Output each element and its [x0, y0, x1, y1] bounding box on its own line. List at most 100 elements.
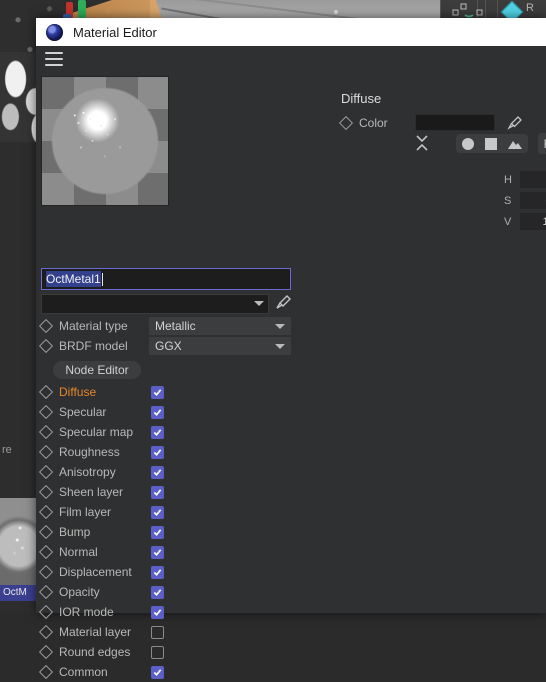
material-type-dropdown[interactable]: Metallic [149, 317, 291, 335]
link-diamond-icon[interactable] [338, 115, 354, 130]
brdf-model-row[interactable]: BRDF model GGX [38, 336, 291, 356]
channel-row[interactable]: Film layer [38, 502, 211, 522]
channel-label: IOR mode [59, 605, 114, 619]
menubar[interactable] [36, 46, 546, 72]
material-editor-window[interactable]: Material Editor OctMetal1 Material type … [36, 18, 546, 680]
collapse-expand-icon[interactable] [414, 132, 430, 154]
node-graph-icon[interactable] [452, 3, 484, 19]
chevron-down-icon [254, 301, 264, 306]
hsv-value[interactable]: 0 ° [520, 171, 546, 188]
color-mode-group[interactable] [456, 134, 528, 153]
material-select-dropdown[interactable] [41, 294, 269, 314]
square-mode-icon[interactable] [484, 137, 497, 150]
channel-label: Anisotropy [59, 465, 116, 479]
channel-checkbox[interactable] [151, 385, 164, 399]
channel-row[interactable]: Opacity [38, 582, 211, 602]
channel-row[interactable]: IOR mode [38, 602, 211, 622]
link-diamond-icon[interactable] [38, 624, 54, 640]
material-type-value: Metallic [155, 319, 196, 333]
channel-label: Normal [59, 545, 98, 559]
material-preview[interactable] [41, 76, 169, 206]
link-diamond-icon[interactable] [38, 604, 54, 620]
channel-checkbox[interactable] [151, 405, 164, 419]
material-type-row[interactable]: Material type Metallic [38, 316, 291, 336]
channel-row[interactable]: Material layer [38, 622, 211, 642]
hsv-channel-label: H [504, 173, 512, 186]
brdf-model-value: GGX [155, 339, 182, 353]
link-diamond-icon[interactable] [38, 318, 54, 334]
channel-row[interactable]: Round edges [38, 642, 211, 662]
color-swatch[interactable] [415, 114, 495, 131]
channel-row[interactable]: Specular [38, 402, 211, 422]
material-name-input[interactable]: OctMetal1 [41, 268, 291, 290]
image-mode-icon[interactable] [508, 139, 523, 149]
link-diamond-icon[interactable] [38, 444, 54, 460]
channel-label: Common [59, 665, 108, 679]
link-diamond-icon[interactable] [38, 384, 54, 400]
channel-checkbox[interactable] [151, 525, 164, 539]
channel-list: Diffuse Specular Specular map Roughness Anis… [38, 382, 211, 682]
channel-checkbox[interactable] [151, 565, 164, 579]
channel-checkbox[interactable] [151, 425, 164, 439]
toolbar-text: R [526, 2, 534, 14]
channel-checkbox[interactable] [151, 665, 164, 679]
link-diamond-icon[interactable] [38, 544, 54, 560]
link-diamond-icon[interactable] [38, 524, 54, 540]
channel-checkbox[interactable] [151, 585, 164, 599]
hsv-row[interactable]: V 10 % [504, 212, 546, 231]
channel-row[interactable]: Roughness [38, 442, 211, 462]
channel-label: Specular map [59, 425, 134, 439]
circle-mode-icon[interactable] [461, 137, 474, 150]
editor-body: OctMetal1 Material type Metallic BRDF mo… [36, 72, 546, 680]
viewport-left-panel [0, 142, 37, 422]
hsv-row[interactable]: H 0 ° [504, 170, 546, 189]
channel-checkbox[interactable] [151, 445, 164, 459]
channel-label: Bump [59, 525, 91, 539]
material-thumbnail[interactable] [0, 498, 36, 598]
left-panel: OctMetal1 Material type Metallic BRDF mo… [36, 72, 294, 680]
channel-row[interactable]: Sheen layer [38, 482, 211, 502]
channel-checkbox[interactable] [151, 625, 164, 639]
channel-row[interactable]: Common [38, 662, 211, 682]
section-title-diffuse: Diffuse [341, 91, 382, 106]
channel-row[interactable]: Bump [38, 522, 211, 542]
link-diamond-icon[interactable] [38, 484, 54, 500]
link-diamond-icon[interactable] [38, 664, 54, 680]
link-diamond-icon[interactable] [38, 564, 54, 580]
channel-checkbox[interactable] [151, 505, 164, 519]
menu-icon[interactable] [45, 52, 63, 66]
channel-toggle-group[interactable]: R H [538, 133, 546, 154]
hsv-value[interactable]: 0 % [520, 192, 546, 209]
viewport-figure-green [78, 0, 86, 20]
diffuse-color-row[interactable]: Color [338, 114, 523, 131]
channel-row[interactable]: Specular map [38, 422, 211, 442]
node-editor-button[interactable]: Node Editor [53, 361, 141, 379]
link-diamond-icon[interactable] [38, 424, 54, 440]
brdf-model-dropdown[interactable]: GGX [149, 337, 291, 355]
channel-row[interactable]: Displacement [38, 562, 211, 582]
material-name-value: OctMetal1 [46, 271, 101, 287]
hsv-value[interactable]: 10 % [520, 213, 546, 230]
window-titlebar[interactable]: Material Editor [36, 18, 546, 46]
rgb-toggle-button[interactable]: R [538, 133, 546, 154]
channel-checkbox[interactable] [151, 485, 164, 499]
eyedropper-icon[interactable] [274, 293, 292, 313]
channel-checkbox[interactable] [151, 465, 164, 479]
channel-label: Specular [59, 405, 107, 419]
hsv-row[interactable]: S 0 % [504, 191, 546, 210]
link-diamond-icon[interactable] [38, 504, 54, 520]
channel-row[interactable]: Diffuse [38, 382, 211, 402]
eyedropper-icon[interactable] [507, 115, 523, 131]
link-diamond-icon[interactable] [38, 644, 54, 660]
channel-row[interactable]: Anisotropy [38, 462, 211, 482]
channel-label: Round edges [59, 645, 131, 659]
link-diamond-icon[interactable] [38, 404, 54, 420]
link-diamond-icon[interactable] [38, 584, 54, 600]
material-thumbnail-label: OctM [0, 585, 36, 601]
link-diamond-icon[interactable] [38, 464, 54, 480]
link-diamond-icon[interactable] [38, 338, 54, 354]
channel-checkbox[interactable] [151, 545, 164, 559]
channel-checkbox[interactable] [151, 605, 164, 619]
channel-row[interactable]: Normal [38, 542, 211, 562]
channel-checkbox[interactable] [151, 645, 164, 659]
